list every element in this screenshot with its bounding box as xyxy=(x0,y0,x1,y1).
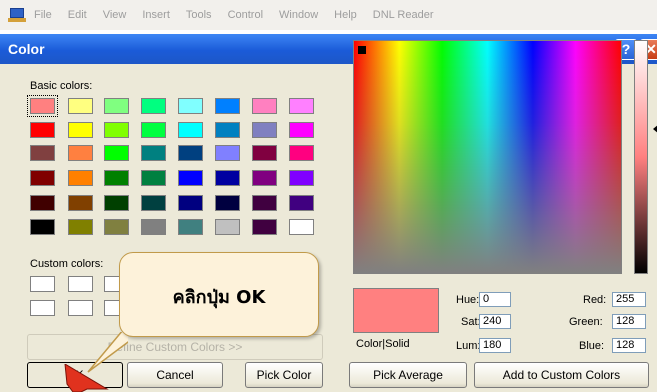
basic-color-swatch[interactable] xyxy=(289,170,314,186)
basic-color-swatch[interactable] xyxy=(30,145,55,161)
basic-color-swatch[interactable] xyxy=(178,145,203,161)
color-preview xyxy=(353,288,439,333)
basic-color-swatch[interactable] xyxy=(141,122,166,138)
custom-color-swatch[interactable] xyxy=(68,300,93,316)
hue-label: Hue: xyxy=(456,294,480,306)
basic-color-swatch[interactable] xyxy=(68,195,93,211)
basic-color-swatch[interactable] xyxy=(252,170,277,186)
basic-color-swatch[interactable] xyxy=(68,145,93,161)
blue-label: Blue: xyxy=(579,340,605,352)
red-field[interactable]: 255 xyxy=(612,292,646,307)
spectrum-crosshair[interactable] xyxy=(358,46,366,54)
menu-tools[interactable]: Tools xyxy=(186,9,212,21)
menu-dnl-reader[interactable]: DNL Reader xyxy=(373,9,434,21)
pick-average-button[interactable]: Pick Average xyxy=(349,362,467,388)
sat-label: Sat: xyxy=(461,316,481,328)
basic-color-swatch[interactable] xyxy=(68,219,93,235)
mouse-pointer-icon xyxy=(64,364,109,392)
basic-color-swatch[interactable] xyxy=(252,122,277,138)
basic-color-swatch[interactable] xyxy=(289,219,314,235)
basic-color-swatch[interactable] xyxy=(141,98,166,114)
pick-color-button[interactable]: Pick Color xyxy=(245,362,323,388)
luminosity-arrow-icon[interactable] xyxy=(653,124,657,134)
menu-edit[interactable]: Edit xyxy=(68,9,87,21)
blue-field[interactable]: 128 xyxy=(612,338,646,353)
cancel-button[interactable]: Cancel xyxy=(127,362,223,388)
basic-color-swatch[interactable] xyxy=(104,195,129,211)
basic-color-swatch[interactable] xyxy=(178,170,203,186)
basic-color-swatch[interactable] xyxy=(30,122,55,138)
green-label: Green: xyxy=(569,316,603,328)
custom-color-swatch[interactable] xyxy=(30,300,55,316)
luminosity-bar[interactable] xyxy=(634,40,648,274)
custom-colors-label: Custom colors: xyxy=(30,258,104,270)
basic-color-swatch[interactable] xyxy=(289,145,314,161)
basic-color-swatch[interactable] xyxy=(141,219,166,235)
basic-color-swatch[interactable] xyxy=(104,145,129,161)
basic-color-swatch[interactable] xyxy=(215,122,240,138)
color-spectrum[interactable] xyxy=(353,40,622,274)
basic-colors-label: Basic colors: xyxy=(30,80,93,92)
basic-color-swatch[interactable] xyxy=(215,219,240,235)
basic-color-swatch[interactable] xyxy=(252,195,277,211)
basic-color-swatch[interactable] xyxy=(252,98,277,114)
basic-color-swatch[interactable] xyxy=(252,219,277,235)
add-to-custom-colors-button[interactable]: Add to Custom Colors xyxy=(474,362,649,388)
menu-control[interactable]: Control xyxy=(228,9,263,21)
basic-color-swatch[interactable] xyxy=(30,170,55,186)
lum-label: Lum: xyxy=(456,340,481,352)
menu-file[interactable]: File xyxy=(34,9,52,21)
basic-color-swatch[interactable] xyxy=(141,195,166,211)
basic-color-swatch[interactable] xyxy=(104,170,129,186)
custom-color-swatch[interactable] xyxy=(30,276,55,292)
basic-color-swatch[interactable] xyxy=(68,170,93,186)
basic-color-swatch[interactable] xyxy=(104,98,129,114)
basic-color-swatch[interactable] xyxy=(27,95,58,117)
hue-field[interactable]: 0 xyxy=(479,292,511,307)
menu-bar: File Edit View Insert Tools Control Wind… xyxy=(0,0,657,30)
basic-color-swatch[interactable] xyxy=(178,195,203,211)
custom-color-swatch[interactable] xyxy=(68,276,93,292)
basic-color-swatch[interactable] xyxy=(289,122,314,138)
menu-view[interactable]: View xyxy=(103,9,127,21)
lum-field[interactable]: 180 xyxy=(479,338,511,353)
menu-insert[interactable]: Insert xyxy=(142,9,170,21)
basic-color-swatch[interactable] xyxy=(215,98,240,114)
basic-color-swatch[interactable] xyxy=(141,145,166,161)
basic-color-swatch[interactable] xyxy=(289,98,314,114)
basic-color-swatch[interactable] xyxy=(178,219,203,235)
sat-field[interactable]: 240 xyxy=(479,314,511,329)
callout-text: คลิกปุ่ม OK xyxy=(172,287,266,308)
basic-color-swatch[interactable] xyxy=(215,170,240,186)
basic-color-swatch[interactable] xyxy=(104,219,129,235)
color-solid-label: Color|Solid xyxy=(356,338,410,350)
basic-color-swatch[interactable] xyxy=(68,98,93,114)
app-computer-icon xyxy=(8,8,26,22)
basic-color-swatch[interactable] xyxy=(30,219,55,235)
green-field[interactable]: 128 xyxy=(612,314,646,329)
menu-help[interactable]: Help xyxy=(334,9,357,21)
dialog-title: Color xyxy=(8,41,45,57)
basic-color-swatch[interactable] xyxy=(68,122,93,138)
basic-color-swatch[interactable] xyxy=(104,122,129,138)
basic-color-swatch[interactable] xyxy=(141,170,166,186)
basic-color-swatch[interactable] xyxy=(178,122,203,138)
basic-color-swatch[interactable] xyxy=(252,145,277,161)
basic-color-swatch[interactable] xyxy=(178,98,203,114)
basic-color-swatch[interactable] xyxy=(30,195,55,211)
basic-color-swatch[interactable] xyxy=(215,195,240,211)
red-label: Red: xyxy=(583,294,607,306)
basic-color-swatch[interactable] xyxy=(289,195,314,211)
menu-window[interactable]: Window xyxy=(279,9,318,21)
basic-color-swatch[interactable] xyxy=(215,145,240,161)
